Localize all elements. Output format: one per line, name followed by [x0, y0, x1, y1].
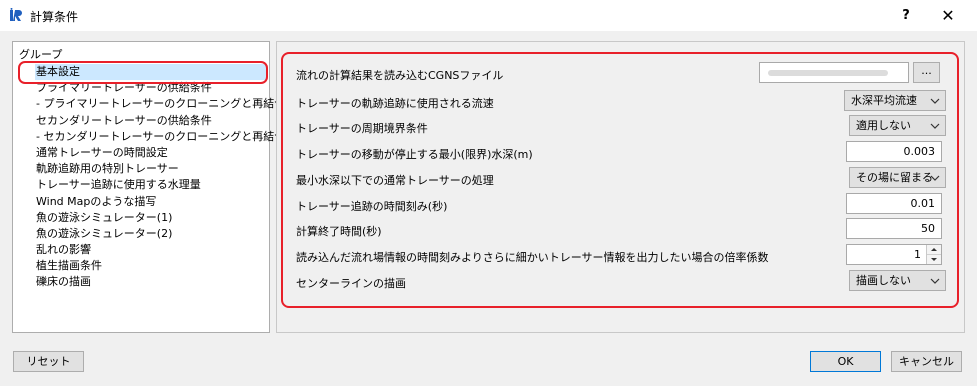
- chevron-down-icon: [930, 123, 940, 129]
- cgns-file-path-field[interactable]: [759, 62, 909, 83]
- velocity-select-value: 水深平均流速: [851, 94, 917, 107]
- tree-item-basic-settings[interactable]: 基本設定: [35, 64, 266, 81]
- chevron-down-icon: [930, 278, 940, 284]
- centerline-row: センターラインの描画 描画しない: [296, 270, 946, 294]
- dt-label: トレーサー追跡の時間刻み(秒): [296, 200, 448, 213]
- output-ratio-value: 1: [914, 248, 921, 261]
- end-time-label: 計算終了時間(秒): [296, 225, 382, 238]
- tree-item[interactable]: プライマリートレーサーの供給条件: [35, 80, 285, 96]
- below-min-select[interactable]: その場に留まる: [849, 167, 946, 188]
- tree-item[interactable]: トレーサー追跡に使用する水理量: [35, 177, 285, 193]
- dt-input[interactable]: 0.01: [846, 193, 942, 214]
- redacted-path: [768, 70, 888, 76]
- end-time-input[interactable]: 50: [846, 218, 942, 239]
- title-bar: 計算条件 ? ✕: [0, 0, 977, 31]
- tree-item[interactable]: 通常トレーサーの時間設定: [35, 145, 285, 161]
- tree-item[interactable]: - プライマリートレーサーのクローニングと再結合: [35, 96, 285, 112]
- below-min-row: 最小水深以下での通常トレーサーの処理 その場に留まる: [296, 167, 946, 191]
- spin-down-icon[interactable]: [927, 255, 941, 264]
- boundary-row: トレーサーの周期境界条件 適用しない: [296, 115, 946, 139]
- cgns-file-label: 流れの計算結果を読み込むCGNSファイル: [296, 69, 504, 82]
- browse-button[interactable]: ...: [913, 62, 940, 83]
- centerline-select[interactable]: 描画しない: [849, 270, 946, 291]
- tree-item[interactable]: 乱れの影響: [35, 242, 285, 258]
- tree-item[interactable]: 魚の遊泳シミュレーター(1): [35, 210, 285, 226]
- output-ratio-row: 読み込んだ流れ場情報の時間刻みよりさらに細かいトレーサー情報を出力したい場合の倍…: [296, 244, 946, 268]
- tree-list: 基本設定 プライマリートレーサーの供給条件 - プライマリートレーサーのクローニ…: [35, 64, 285, 291]
- cgns-file-row: 流れの計算結果を読み込むCGNSファイル ...: [296, 62, 946, 86]
- spin-up-icon[interactable]: [927, 245, 941, 255]
- spin-buttons: [926, 245, 941, 264]
- window-title: 計算条件: [30, 10, 79, 24]
- below-min-label: 最小水深以下での通常トレーサーの処理: [296, 174, 494, 187]
- output-ratio-label: 読み込んだ流れ場情報の時間刻みよりさらに細かいトレーサー情報を出力したい場合の倍…: [296, 251, 769, 264]
- boundary-label: トレーサーの周期境界条件: [296, 122, 428, 135]
- tree-item[interactable]: 軌跡追跡用の特別トレーサー: [35, 161, 285, 177]
- tree-root-label: グループ: [19, 48, 63, 61]
- output-ratio-spinbox[interactable]: 1: [846, 244, 942, 265]
- tree-item[interactable]: 魚の遊泳シミュレーター(2): [35, 226, 285, 242]
- below-min-select-value: その場に留まる: [856, 171, 933, 184]
- boundary-select[interactable]: 適用しない: [849, 115, 946, 136]
- tree-item[interactable]: 礫床の描画: [35, 274, 285, 290]
- velocity-label: トレーサーの軌跡追跡に使用される流速: [296, 97, 494, 110]
- group-tree[interactable]: グループ 基本設定 プライマリートレーサーの供給条件 - プライマリートレーサー…: [12, 41, 285, 333]
- chevron-down-icon: [930, 175, 940, 181]
- centerline-label: センターラインの描画: [296, 277, 406, 290]
- end-time-row: 計算終了時間(秒) 50: [296, 218, 946, 242]
- tree-item[interactable]: セカンダリートレーサーの供給条件: [35, 113, 285, 129]
- chevron-down-icon: [930, 98, 940, 104]
- min-depth-input[interactable]: 0.003: [846, 141, 942, 162]
- boundary-select-value: 適用しない: [856, 119, 911, 132]
- velocity-select[interactable]: 水深平均流速: [844, 90, 946, 111]
- reset-button[interactable]: リセット: [13, 351, 84, 372]
- min-depth-row: トレーサーの移動が停止する最小(限界)水深(m) 0.003: [296, 141, 946, 165]
- centerline-select-value: 描画しない: [856, 274, 911, 287]
- iric-app-icon: [10, 8, 22, 21]
- help-button[interactable]: ?: [896, 6, 916, 26]
- dt-row: トレーサー追跡の時間刻み(秒) 0.01: [296, 193, 946, 217]
- ok-button[interactable]: OK: [810, 351, 881, 372]
- cancel-button[interactable]: キャンセル: [891, 351, 962, 372]
- tree-item[interactable]: 植生描画条件: [35, 258, 285, 274]
- tree-item[interactable]: Wind Mapのような描写: [35, 194, 285, 210]
- close-button[interactable]: ✕: [936, 6, 960, 26]
- min-depth-label: トレーサーの移動が停止する最小(限界)水深(m): [296, 148, 533, 161]
- velocity-row: トレーサーの軌跡追跡に使用される流速 水深平均流速: [296, 90, 946, 114]
- tree-item[interactable]: - セカンダリートレーサーのクローニングと再結合: [35, 129, 285, 145]
